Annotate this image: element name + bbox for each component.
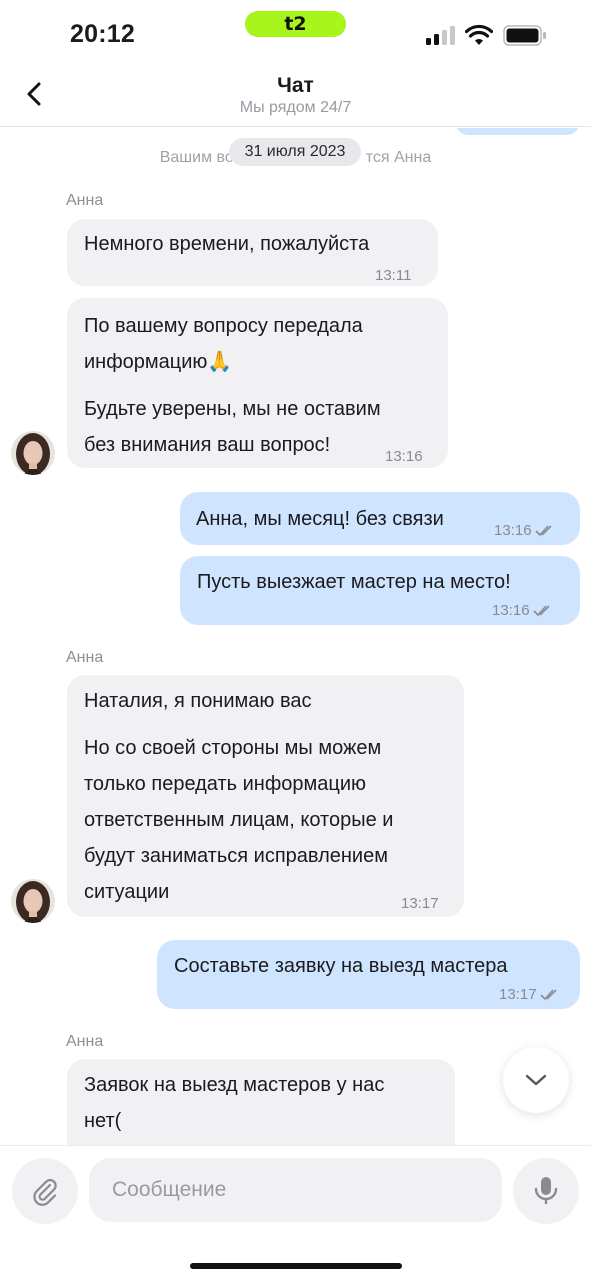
- message-text: По вашему вопросу передала информацию🙏 Б…: [84, 315, 381, 456]
- date-chip: 31 июля 2023: [229, 138, 361, 166]
- message-time: 13:17: [401, 895, 439, 912]
- message-text: Заявок на выезд мастеров у нас нет(: [84, 1074, 385, 1132]
- sender-name: Анна: [66, 192, 104, 209]
- message-time: 13:16: [494, 513, 555, 549]
- microphone-button[interactable]: [513, 1158, 579, 1224]
- sender-name: Анна: [66, 1033, 104, 1050]
- carrier-badge: t2: [245, 11, 346, 37]
- message-time: 13:16: [385, 448, 423, 465]
- sender-name: Анна: [66, 649, 104, 666]
- message-text: Наталия, я понимаю вас Но со своей сторо…: [84, 690, 394, 903]
- scroll-down-button[interactable]: [503, 1047, 569, 1113]
- paperclip-icon: [33, 1179, 57, 1206]
- battery-icon: [503, 25, 546, 46]
- message-time: 13:17: [499, 977, 560, 1013]
- microphone-icon: [534, 1177, 558, 1204]
- double-check-icon: [539, 989, 557, 1001]
- message-input[interactable]: [89, 1158, 502, 1222]
- message-list[interactable]: Вашим во тся Анна 31 июля 2023 Анна Немно…: [0, 128, 591, 1145]
- chat-header: Чат Мы рядом 24/7: [0, 64, 591, 127]
- status-time: 20:12: [70, 20, 135, 48]
- attach-button[interactable]: [12, 1158, 78, 1224]
- double-check-icon: [534, 525, 552, 537]
- chat-subtitle: Мы рядом 24/7: [239, 99, 352, 116]
- wifi-icon: [465, 24, 493, 45]
- status-bar: 20:12 t2: [0, 0, 591, 64]
- incoming-message[interactable]: Немного времени, пожалуйста 13:11: [67, 219, 438, 286]
- previous-outgoing-bubble: [455, 128, 580, 135]
- outgoing-message[interactable]: Анна, мы месяц! без связи 13:16: [180, 492, 580, 545]
- avatar[interactable]: [11, 879, 55, 923]
- message-text: Составьте заявку на выезд мастера: [174, 955, 508, 977]
- incoming-message[interactable]: По вашему вопросу передала информацию🙏 Б…: [67, 298, 448, 468]
- message-time: 13:16: [492, 593, 553, 629]
- message-text: Немного времени, пожалуйста: [84, 233, 370, 255]
- signal-icon: [426, 26, 455, 45]
- avatar-image: [11, 879, 55, 923]
- avatar-image: [11, 431, 55, 475]
- outgoing-message[interactable]: Пусть выезжает мастер на место! 13:16: [180, 556, 580, 625]
- outgoing-message[interactable]: Составьте заявку на выезд мастера 13:17: [157, 940, 580, 1009]
- chat-title: Чат: [277, 74, 314, 97]
- message-time: 13:11: [375, 267, 412, 284]
- avatar[interactable]: [11, 431, 55, 475]
- home-indicator: [190, 1263, 402, 1269]
- chevron-down-icon: [525, 1074, 547, 1086]
- message-text: Анна, мы месяц! без связи: [196, 508, 444, 530]
- message-text: Пусть выезжает мастер на место!: [197, 571, 511, 593]
- composer: [0, 1145, 591, 1280]
- double-check-icon: [532, 605, 550, 617]
- incoming-message[interactable]: Заявок на выезд мастеров у нас нет(: [67, 1059, 455, 1145]
- incoming-message[interactable]: Наталия, я понимаю вас Но со своей сторо…: [67, 675, 464, 917]
